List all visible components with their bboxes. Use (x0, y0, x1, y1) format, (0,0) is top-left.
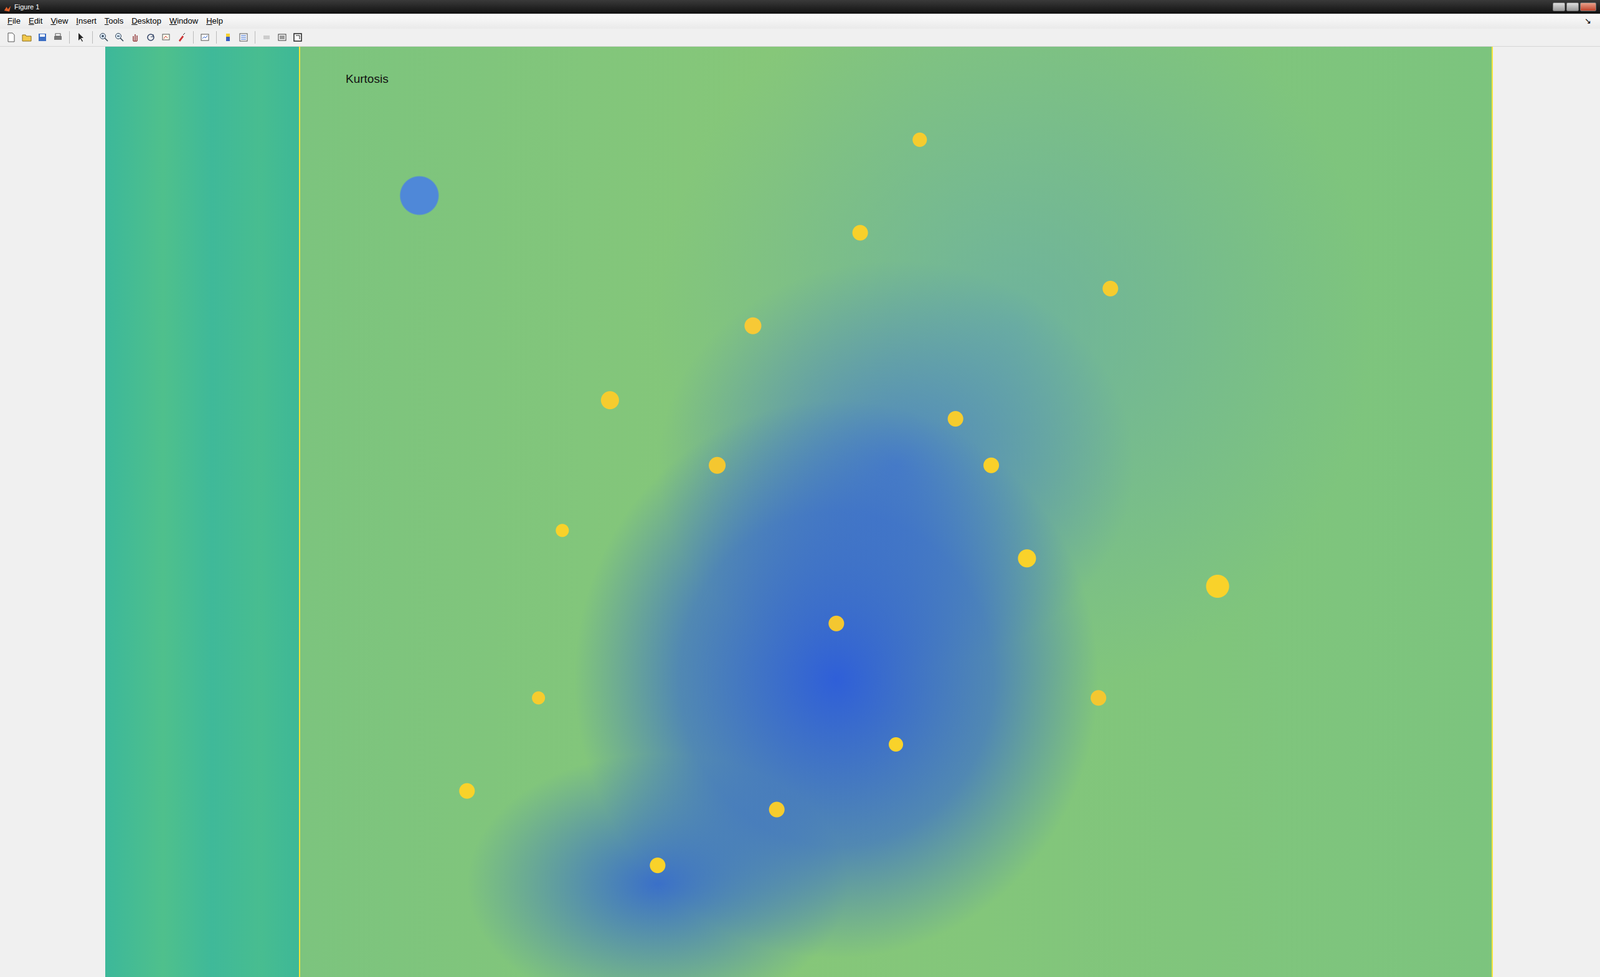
plot-tools-icon[interactable] (275, 31, 289, 44)
open-icon[interactable] (20, 31, 34, 44)
toolbar-separator (254, 31, 256, 44)
window-controls (1552, 2, 1597, 12)
figure-annotation: Kurtosis (345, 70, 389, 89)
hide-tools-icon[interactable] (260, 31, 273, 44)
menu-item[interactable]: Window (166, 13, 204, 29)
pointer-icon[interactable] (74, 31, 88, 44)
menu-item[interactable]: Tools (102, 13, 129, 29)
toolbar-separator (193, 31, 194, 44)
toolbar (0, 28, 1600, 47)
menu-item[interactable]: Edit (26, 13, 48, 29)
brush-icon[interactable] (175, 31, 189, 44)
toolbar-separator (69, 31, 70, 44)
dock-icon[interactable] (291, 31, 304, 44)
new-icon[interactable] (4, 31, 18, 44)
close-icon[interactable] (1580, 2, 1597, 12)
figure-window: Figure 1FileEditViewInsertToolsDesktopWi… (0, 0, 1600, 977)
toolbar-separator (92, 31, 93, 44)
legend-icon[interactable] (237, 31, 250, 44)
minimize-icon[interactable] (1552, 2, 1566, 12)
menu-item[interactable]: Desktop (128, 13, 167, 29)
rotate-icon[interactable] (144, 31, 157, 44)
menu-item[interactable]: View (47, 13, 74, 29)
pan-icon[interactable] (128, 31, 142, 44)
colormap-strip (105, 46, 299, 977)
menu-item[interactable]: Help (203, 13, 229, 29)
dock-button[interactable]: ↘ (1584, 14, 1596, 28)
maximize-icon[interactable] (1566, 2, 1579, 12)
toolbar-separator (216, 31, 217, 44)
colorbar-icon[interactable] (221, 31, 235, 44)
save-icon[interactable] (36, 31, 49, 44)
matlab-icon (3, 3, 12, 11)
figure-area: Kurtosis (0, 46, 1600, 977)
title-bar: Figure 1 (0, 0, 1600, 14)
link-icon[interactable] (198, 31, 212, 44)
menu-item[interactable]: File (4, 13, 27, 29)
data-cursor-icon[interactable] (160, 31, 173, 44)
kurtosis-image: Kurtosis (298, 46, 1493, 977)
menu-item[interactable]: Insert (73, 13, 103, 29)
zoom-in-icon[interactable] (97, 31, 111, 44)
menu-bar: FileEditViewInsertToolsDesktopWindowHelp… (0, 13, 1600, 29)
zoom-out-icon[interactable] (113, 31, 126, 44)
window-title: Figure 1 (14, 1, 40, 13)
print-icon[interactable] (51, 31, 65, 44)
